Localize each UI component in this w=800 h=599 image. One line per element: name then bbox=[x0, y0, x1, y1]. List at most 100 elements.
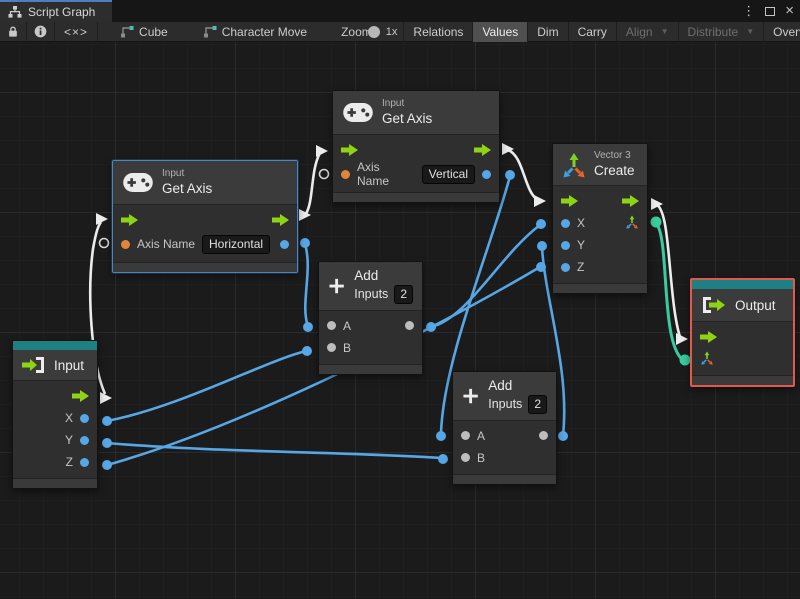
flow-out-port[interactable] bbox=[622, 195, 639, 208]
flow-out-port[interactable] bbox=[72, 390, 89, 402]
node-title: Input bbox=[54, 357, 85, 373]
axis-name-field[interactable]: Vertical bbox=[421, 164, 475, 184]
relations-toggle[interactable]: Relations bbox=[404, 22, 472, 42]
node-footer bbox=[113, 262, 297, 273]
vector3-out-port[interactable] bbox=[625, 215, 639, 232]
plus-icon bbox=[463, 388, 478, 404]
flow-out-port[interactable] bbox=[272, 214, 289, 227]
inputs-label: Inputs bbox=[488, 396, 523, 411]
overview-button[interactable]: Overv bbox=[764, 22, 800, 42]
port-label: Axis Name bbox=[357, 160, 390, 189]
node-footer bbox=[692, 375, 793, 385]
value-out-port-x[interactable] bbox=[80, 413, 89, 423]
graph-toolbar: <×> Cube Character Move Zoom 1x Relation… bbox=[0, 21, 800, 42]
value-in-port-b[interactable] bbox=[327, 343, 336, 353]
node-footer bbox=[333, 192, 499, 203]
node-accent-strip bbox=[692, 280, 793, 289]
info-button[interactable] bbox=[27, 22, 54, 42]
lock-icon bbox=[9, 26, 17, 37]
port-label: Z bbox=[65, 455, 73, 469]
gamepad-icon bbox=[343, 103, 373, 123]
flow-out-port[interactable] bbox=[474, 144, 491, 157]
graph-input-icon bbox=[22, 357, 44, 373]
flow-in-port[interactable] bbox=[561, 195, 578, 208]
port-label: A bbox=[477, 428, 486, 443]
chevron-down-icon: ▼ bbox=[660, 27, 669, 36]
dim-toggle[interactable]: Dim bbox=[528, 22, 567, 42]
flow-in-port[interactable] bbox=[121, 214, 138, 227]
window-tab-bar: Script Graph ⋮ × bbox=[0, 0, 800, 22]
node-footer bbox=[13, 478, 97, 488]
value-out-port[interactable] bbox=[482, 169, 491, 179]
value-in-port-y[interactable] bbox=[561, 240, 570, 250]
value-in-port-a[interactable] bbox=[461, 431, 470, 441]
flow-in-port[interactable] bbox=[700, 331, 717, 343]
node-title: Add bbox=[354, 268, 379, 283]
script-graph-icon bbox=[8, 6, 22, 18]
node-title: Output bbox=[735, 297, 776, 313]
value-in-port-b[interactable] bbox=[461, 453, 470, 463]
zoom-slider-handle[interactable] bbox=[367, 25, 380, 38]
graph-output-icon bbox=[703, 297, 725, 313]
window-menu-icon[interactable]: ⋮ bbox=[742, 0, 755, 22]
string-in-port[interactable] bbox=[341, 169, 350, 179]
node-subtitle: Input bbox=[382, 98, 405, 109]
value-in-port-z[interactable] bbox=[561, 262, 570, 272]
vector3-icon bbox=[563, 152, 585, 178]
breadcrumb-label: Character Move bbox=[221, 24, 308, 39]
align-dropdown[interactable]: Align ▼ bbox=[617, 22, 678, 42]
toolbar-separator bbox=[97, 21, 99, 42]
node-add-1[interactable]: Add Inputs 2 A B bbox=[318, 261, 423, 375]
value-out-port[interactable] bbox=[405, 321, 414, 331]
graph-node-icon bbox=[203, 25, 217, 37]
window-maximize-icon[interactable] bbox=[765, 6, 776, 16]
values-toggle[interactable]: Values bbox=[473, 21, 528, 42]
port-label: A bbox=[343, 318, 352, 333]
value-out-port-y[interactable] bbox=[80, 435, 89, 445]
axis-name-field[interactable]: Horizontal bbox=[202, 234, 271, 254]
breadcrumb-character-move[interactable]: Character Move bbox=[195, 22, 316, 42]
info-icon bbox=[34, 25, 47, 38]
node-title: Get Axis bbox=[162, 180, 213, 196]
node-add-2[interactable]: Add Inputs 2 A B bbox=[452, 371, 557, 485]
value-in-port-x[interactable] bbox=[561, 218, 570, 228]
port-label: Z bbox=[577, 260, 585, 275]
window-close-icon[interactable]: × bbox=[785, 0, 794, 22]
value-out-port[interactable] bbox=[280, 239, 289, 249]
string-in-port[interactable] bbox=[121, 239, 130, 249]
port-label: B bbox=[343, 340, 352, 355]
node-graph-input[interactable]: Input X Y Z bbox=[12, 340, 98, 489]
carry-toggle[interactable]: Carry bbox=[569, 22, 616, 42]
vector3-in-port[interactable] bbox=[700, 351, 714, 368]
breadcrumb-cube[interactable]: Cube bbox=[112, 22, 177, 42]
inputs-count-field[interactable]: 2 bbox=[528, 394, 547, 414]
breadcrumb-label: Cube bbox=[139, 24, 168, 39]
graph-node-icon bbox=[121, 25, 134, 37]
tab-label: Script Graph bbox=[28, 5, 96, 19]
chevron-down-icon: ▼ bbox=[746, 27, 755, 36]
inputs-count-field[interactable]: 2 bbox=[394, 284, 413, 304]
port-label: Axis Name bbox=[137, 237, 196, 252]
distribute-dropdown[interactable]: Distribute ▼ bbox=[679, 22, 764, 42]
node-footer bbox=[453, 473, 556, 484]
inputs-label: Inputs bbox=[354, 286, 389, 301]
value-in-port-a[interactable] bbox=[327, 321, 336, 331]
node-footer bbox=[553, 283, 647, 294]
port-label: Y bbox=[64, 433, 73, 447]
node-subtitle: Input bbox=[162, 168, 185, 179]
value-out-port-z[interactable] bbox=[80, 457, 89, 467]
node-get-axis-vertical[interactable]: Input Get Axis Axis Name Vertical bbox=[332, 90, 500, 204]
value-out-port[interactable] bbox=[539, 431, 548, 441]
node-footer bbox=[319, 363, 422, 374]
node-vector3-create[interactable]: Vector 3 Create X Y Z bbox=[552, 143, 648, 295]
flow-in-port[interactable] bbox=[341, 144, 358, 157]
node-get-axis-horizontal[interactable]: Input Get Axis Axis Name Horizontal bbox=[112, 160, 298, 274]
port-label: X bbox=[577, 216, 586, 231]
code-view-button[interactable]: <×> bbox=[55, 22, 97, 42]
tab-script-graph[interactable]: Script Graph bbox=[0, 0, 112, 22]
node-title: Add bbox=[488, 378, 513, 393]
node-graph-output[interactable]: Output bbox=[690, 278, 795, 387]
zoom-value: 1x bbox=[385, 25, 398, 38]
port-label: B bbox=[477, 450, 486, 465]
lock-button[interactable] bbox=[0, 22, 26, 42]
